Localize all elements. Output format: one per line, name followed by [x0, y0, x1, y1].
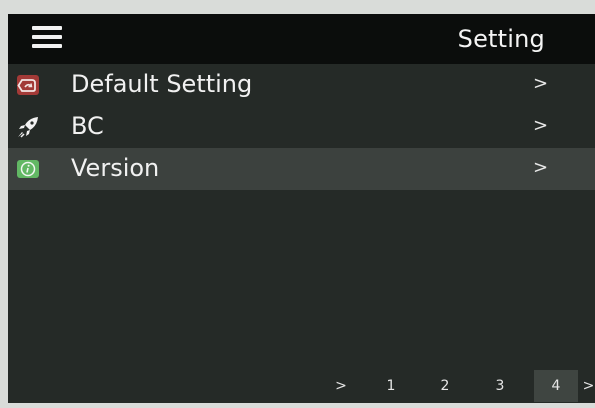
page-prev-button[interactable]: > [330, 370, 352, 402]
settings-screen: Setting Default Setting > BC > Version >… [8, 14, 595, 403]
menu-item-label: Default Setting [71, 70, 253, 98]
menu-item-bc[interactable]: BC > [8, 106, 595, 148]
menu-item-default-setting[interactable]: Default Setting > [8, 64, 595, 106]
hamburger-menu-icon[interactable] [32, 26, 62, 50]
menu-item-version[interactable]: Version > [8, 148, 595, 190]
page-4-button[interactable]: 4 [534, 370, 578, 402]
rocket-icon [16, 115, 40, 139]
menu-item-label: BC [71, 112, 104, 140]
page-next-button[interactable]: > [582, 370, 595, 402]
reset-tag-icon [16, 73, 40, 97]
page-2-button[interactable]: 2 [434, 370, 456, 402]
page-3-button[interactable]: 3 [489, 370, 511, 402]
chevron-right-icon: > [533, 157, 549, 178]
chevron-right-icon: > [533, 73, 549, 94]
menu-item-label: Version [71, 154, 160, 182]
pagination: > 1 2 3 4 > [8, 370, 595, 402]
chevron-right-icon: > [533, 115, 549, 136]
title-bar: Setting [8, 14, 595, 64]
page-1-button[interactable]: 1 [380, 370, 402, 402]
info-icon [16, 157, 40, 181]
page-title: Setting [457, 25, 545, 53]
